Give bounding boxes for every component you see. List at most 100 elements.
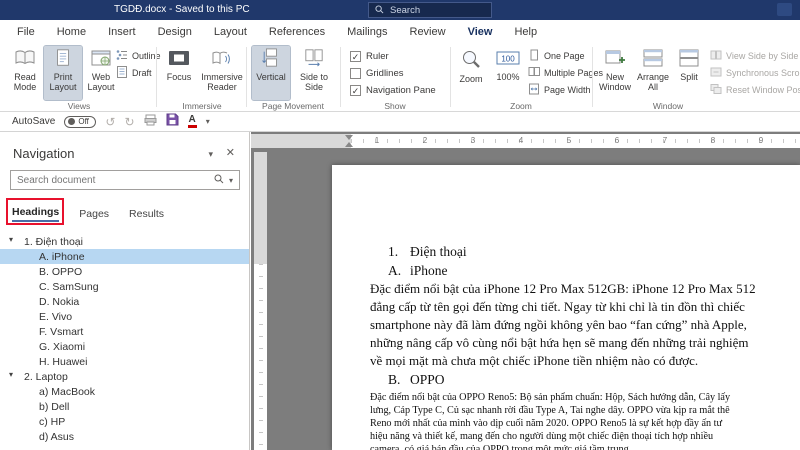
nav-item[interactable]: A. iPhone bbox=[0, 249, 249, 264]
qat-more-icon[interactable]: ▾ bbox=[206, 117, 210, 126]
view-side-by-side-button[interactable]: View Side by Side bbox=[710, 48, 800, 63]
immersive-group-label: Immersive bbox=[160, 101, 244, 111]
ruler-indent-icon[interactable] bbox=[345, 142, 353, 147]
ruler-number: 4 bbox=[519, 136, 523, 145]
ribbon-group-views: Read Mode Print Layout Web Layout Outlin… bbox=[4, 44, 154, 112]
ribbon-tab-mailings[interactable]: Mailings bbox=[336, 21, 398, 43]
heading-text: Điện thoại bbox=[410, 244, 467, 260]
draft-button[interactable]: Draft bbox=[116, 65, 161, 80]
split-button[interactable]: Split bbox=[672, 46, 706, 100]
nav-item[interactable]: G. Xiaomi bbox=[0, 339, 249, 354]
printer-icon[interactable] bbox=[144, 113, 157, 131]
ribbon-tab-home[interactable]: Home bbox=[46, 21, 97, 43]
vertical-ruler[interactable] bbox=[254, 152, 267, 450]
search-dropdown-icon[interactable]: ▾ bbox=[229, 176, 233, 185]
ruler-checkbox-label: Ruler bbox=[366, 51, 389, 62]
nav-item[interactable]: d) Asus bbox=[0, 429, 249, 444]
focus-button[interactable]: Focus bbox=[160, 46, 198, 100]
zoom-button[interactable]: Zoom bbox=[454, 46, 488, 100]
vertical-button[interactable]: Vertical bbox=[252, 46, 290, 100]
immersive-reader-button[interactable]: Immersive Reader bbox=[200, 46, 244, 100]
navigation-options-icon[interactable]: ▾ bbox=[208, 149, 213, 160]
ruler-text-area bbox=[254, 264, 267, 450]
svg-text:100: 100 bbox=[501, 55, 515, 64]
nav-item-label: G. Xiaomi bbox=[39, 341, 85, 353]
titlebar-button[interactable] bbox=[777, 3, 792, 16]
nav-item[interactable]: a) MacBook bbox=[0, 384, 249, 399]
outline-button[interactable]: Outline bbox=[116, 48, 161, 63]
save-icon[interactable] bbox=[166, 113, 179, 131]
ribbon-tab-layout[interactable]: Layout bbox=[203, 21, 258, 43]
print-layout-button[interactable]: Print Layout bbox=[44, 46, 82, 100]
synchronous-scrolling-button[interactable]: Synchronous Scrolling bbox=[710, 65, 800, 80]
nav-item[interactable]: c) HP bbox=[0, 414, 249, 429]
nav-tab-pages[interactable]: Pages bbox=[79, 208, 109, 220]
ribbon-tab-file[interactable]: File bbox=[6, 21, 46, 43]
zoom-label: Zoom bbox=[459, 74, 482, 84]
font-color-icon[interactable]: A bbox=[188, 115, 197, 128]
document-text-line: hiệu năng và thiết kế, mang đến cho ngườ… bbox=[370, 430, 800, 443]
nav-item-label: c) HP bbox=[39, 416, 65, 428]
search-placeholder: Search bbox=[390, 5, 420, 16]
close-icon[interactable]: ✕ bbox=[226, 146, 235, 159]
navigation-search-box[interactable]: Search document ▾ bbox=[10, 170, 240, 190]
nav-item[interactable]: D. Nokia bbox=[0, 294, 249, 309]
ribbon-tab-references[interactable]: References bbox=[258, 21, 336, 43]
group-separator bbox=[246, 47, 247, 107]
ribbon-tab-help[interactable]: Help bbox=[503, 21, 548, 43]
collapse-triangle-icon[interactable]: ▾ bbox=[9, 370, 13, 379]
group-separator bbox=[340, 47, 341, 107]
autosave-state: Off bbox=[78, 117, 89, 126]
nav-item[interactable]: E. Vivo bbox=[0, 309, 249, 324]
new-window-button[interactable]: New Window bbox=[596, 46, 634, 100]
side-to-side-button[interactable]: Side to Side bbox=[294, 46, 334, 100]
nav-tab-results[interactable]: Results bbox=[129, 208, 164, 220]
nav-item[interactable]: C. SamSung bbox=[0, 279, 249, 294]
toggle-knob-icon bbox=[68, 118, 75, 125]
heading-text: iPhone bbox=[410, 263, 448, 279]
nav-tab-headings[interactable]: Headings bbox=[12, 206, 59, 222]
titlebar-search[interactable]: Search bbox=[368, 2, 492, 18]
web-layout-button[interactable]: Web Layout bbox=[82, 46, 120, 100]
nav-item-label: H. Huawei bbox=[39, 356, 87, 368]
page-width-icon bbox=[528, 83, 540, 97]
nav-item[interactable]: B. OPPO bbox=[0, 264, 249, 279]
horizontal-ruler[interactable]: 123456789 bbox=[251, 134, 800, 148]
redo-icon[interactable]: ↻ bbox=[124, 116, 134, 128]
checkbox-unchecked-icon bbox=[350, 68, 361, 79]
navigation-pane-checkbox[interactable]: ✓ Navigation Pane bbox=[350, 83, 436, 97]
nav-item-label: a) MacBook bbox=[39, 386, 95, 398]
ribbon-tab-design[interactable]: Design bbox=[147, 21, 203, 43]
ribbon-group-window: New Window Arrange All Split View Side b… bbox=[596, 44, 800, 112]
nav-item[interactable]: F. Vsmart bbox=[0, 324, 249, 339]
nav-item[interactable]: ▾1. Điện thoại bbox=[0, 234, 249, 249]
web-layout-label: Web Layout bbox=[82, 72, 120, 92]
one-page-icon bbox=[528, 49, 540, 63]
nav-headings-tree: ▾1. Điện thoạiA. iPhoneB. OPPO C. SamSung… bbox=[0, 234, 249, 444]
ribbon-tab-review[interactable]: Review bbox=[399, 21, 457, 43]
document-page[interactable]: 1. Điện thoại A. iPhone Đặc điểm nổi bật… bbox=[332, 165, 800, 450]
document-text-line: đẳng cấp từ tên gọi đến từng chi tiết. N… bbox=[370, 298, 800, 316]
document-text-line: Đặc điểm nổi bật của iPhone 12 Pro Max 5… bbox=[370, 280, 800, 298]
arrange-all-button[interactable]: Arrange All bbox=[634, 46, 672, 100]
ribbon-tab-view[interactable]: View bbox=[457, 21, 504, 43]
reset-window-position-button[interactable]: Reset Window Position bbox=[710, 82, 800, 97]
ribbon-tab-insert[interactable]: Insert bbox=[97, 21, 147, 43]
ruler-checkbox[interactable]: ✓ Ruler bbox=[350, 49, 436, 63]
gridlines-checkbox[interactable]: Gridlines bbox=[350, 66, 436, 80]
read-mode-button[interactable]: Read Mode bbox=[6, 46, 44, 100]
search-icon[interactable] bbox=[214, 171, 224, 189]
undo-icon[interactable]: ↺ bbox=[105, 116, 115, 128]
ruler-indent-icon[interactable] bbox=[345, 135, 353, 140]
autosave-toggle[interactable]: Off bbox=[64, 116, 96, 128]
collapse-triangle-icon[interactable]: ▾ bbox=[9, 235, 13, 244]
document-area: 123456789 1. Điện thoại A. iPhone Đặc đi… bbox=[251, 132, 800, 450]
nav-item[interactable]: ▾2. Laptop bbox=[0, 369, 249, 384]
immersive-reader-icon bbox=[211, 48, 233, 72]
nav-item-label: C. SamSung bbox=[39, 281, 99, 293]
focus-icon bbox=[168, 48, 190, 72]
zoom-100-button[interactable]: 100 100% bbox=[490, 46, 526, 100]
nav-item[interactable]: H. Huawei bbox=[0, 354, 249, 369]
nav-item[interactable]: b) Dell bbox=[0, 399, 249, 414]
group-separator bbox=[450, 47, 451, 107]
